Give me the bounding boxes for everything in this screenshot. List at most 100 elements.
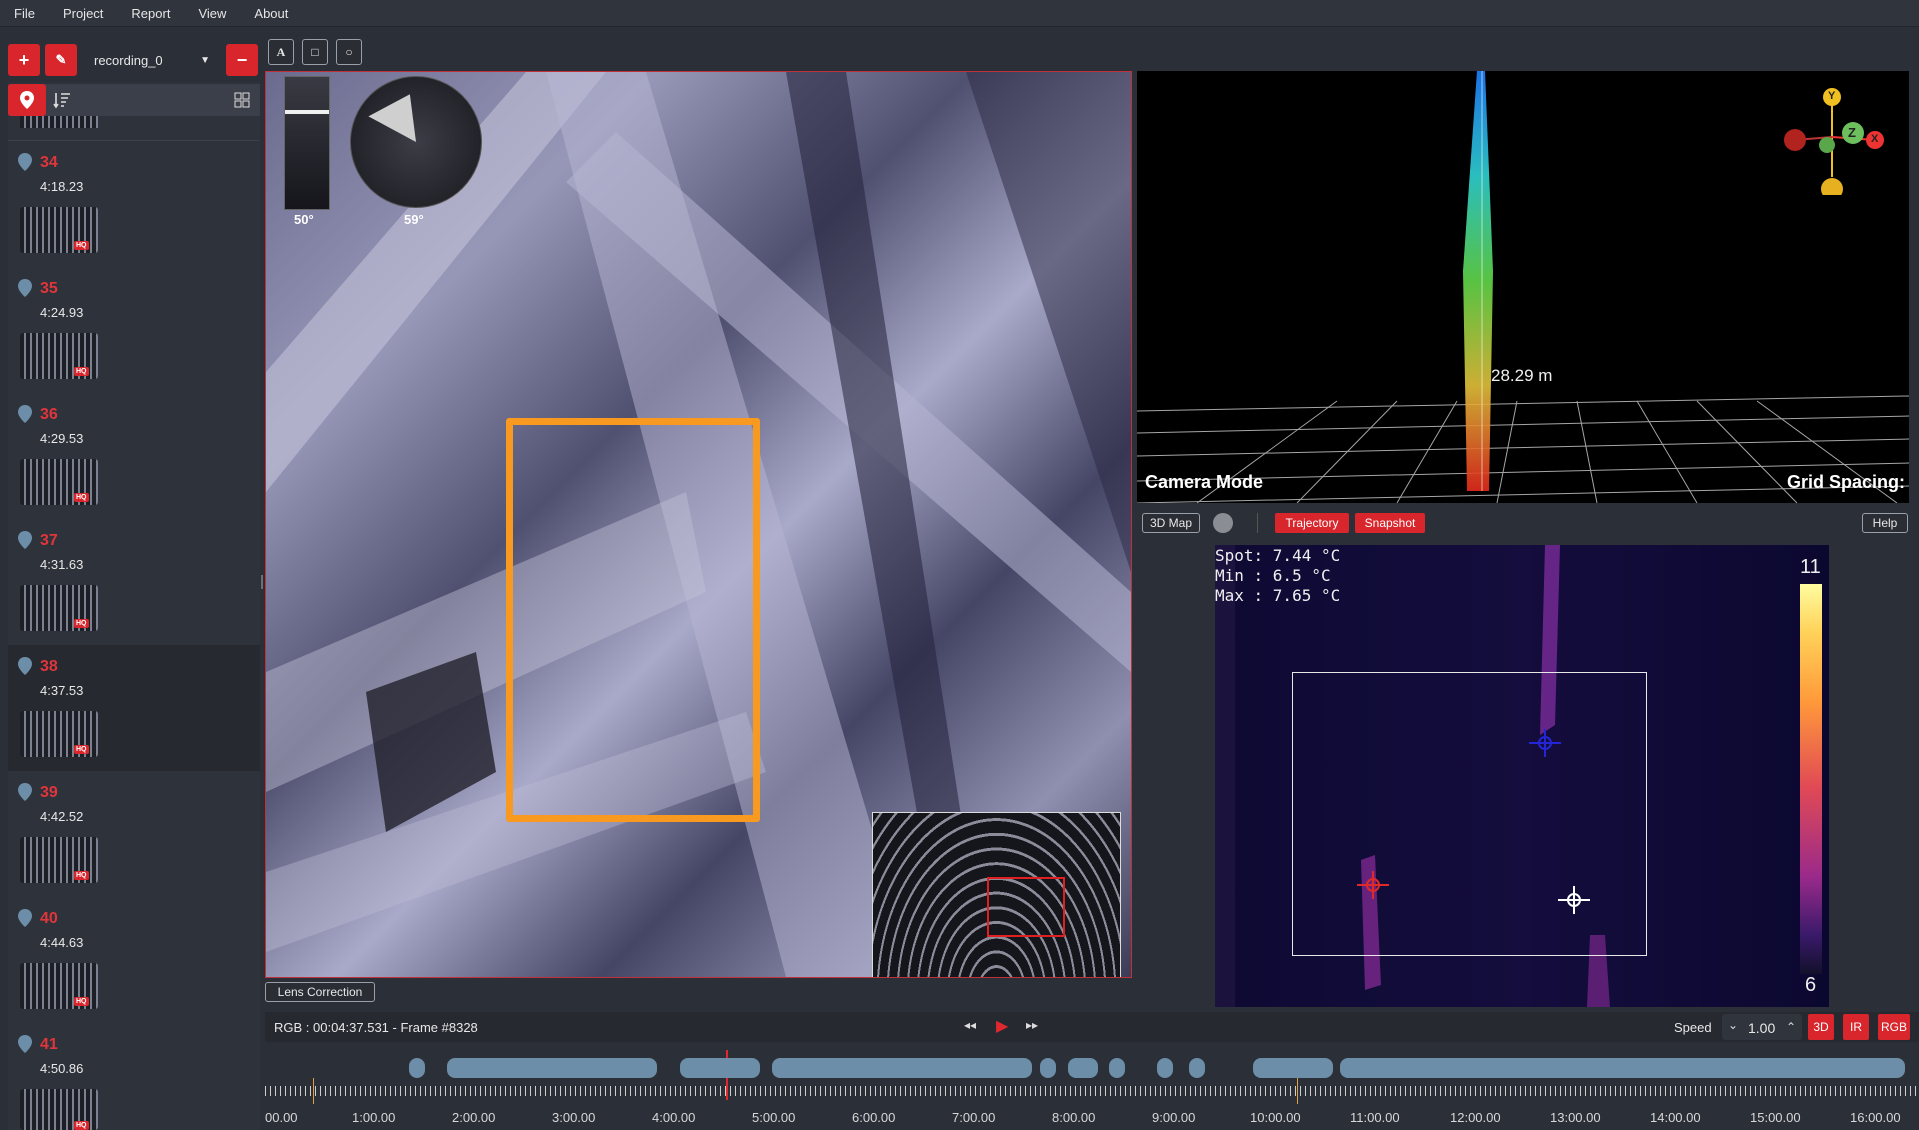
heading-gauge	[350, 76, 482, 208]
menu-bar: File Project Report View About	[0, 0, 1919, 27]
timeline-snapshot-marker[interactable]	[1040, 1058, 1056, 1078]
snapshot-number: 39	[40, 784, 58, 801]
thermal-view[interactable]	[1215, 545, 1829, 1007]
text-tool-button[interactable]: A	[268, 39, 294, 65]
annotation-box[interactable]	[506, 418, 760, 822]
heading-gauge-value: 59°	[404, 212, 424, 227]
menu-project[interactable]: Project	[49, 6, 117, 21]
list-item[interactable]: 34 4:18.23 HQ	[8, 141, 260, 268]
rectangle-tool-button[interactable]: □	[302, 39, 328, 65]
map-status-indicator[interactable]	[1213, 513, 1233, 533]
circle-tool-button[interactable]: ○	[336, 39, 362, 65]
speed-label: Speed	[1674, 1020, 1712, 1035]
thermal-scale-max: 11	[1800, 556, 1821, 578]
chevron-down-icon[interactable]: ⌄	[1728, 1018, 1738, 1032]
snapshot-time: 4:42.52	[40, 809, 84, 824]
sidebar-resize-handle[interactable]	[261, 575, 263, 589]
timeline-tick: 2:00.00	[452, 1110, 496, 1125]
rewind-button[interactable]: ◂◂	[964, 1018, 982, 1036]
tilt-gauge	[284, 76, 330, 210]
timeline-tick: 3:00.00	[552, 1110, 596, 1125]
distance-label: 28.29 m	[1491, 366, 1553, 385]
map-3d-view[interactable]: 28.29 m Camera Mode Grid Spacing: Y Z X	[1137, 71, 1909, 503]
location-pin-icon	[18, 783, 32, 801]
recording-select[interactable]: recording_0 ▼	[88, 44, 214, 76]
timeline-snapshot-cluster[interactable]	[680, 1058, 760, 1078]
location-pin-icon	[18, 405, 32, 423]
snapshot-time: 4:44.63	[40, 935, 84, 950]
timeline-snapshot-cluster[interactable]	[1253, 1058, 1333, 1078]
timeline-snapshot-marker[interactable]	[1189, 1058, 1205, 1078]
timeline-snapshot-cluster[interactable]	[1340, 1058, 1905, 1078]
fast-forward-button[interactable]: ▸▸	[1026, 1018, 1044, 1036]
timeline-snapshot-marker[interactable]	[1109, 1058, 1125, 1078]
hq-badge: HQ	[74, 871, 89, 880]
chevron-up-icon[interactable]: ⌃	[1786, 1020, 1796, 1034]
thermal-max-readout: Max : 7.65 °C	[1215, 586, 1341, 605]
timeline-snapshot-cluster[interactable]	[772, 1058, 1032, 1078]
list-item-selected[interactable]: 38 4:37.53 HQ	[8, 645, 260, 772]
thermal-color-scale	[1800, 584, 1822, 974]
snapshot-button[interactable]: Snapshot	[1355, 513, 1425, 533]
list-item[interactable]: 36 4:29.53 HQ	[8, 393, 260, 520]
timeline-tick: 9:00.00	[1152, 1110, 1196, 1125]
timeline-snapshot-cluster[interactable]	[447, 1058, 657, 1078]
crosshair-white-icon	[1558, 886, 1590, 914]
rgb-camera-view[interactable]: 50° 59°	[265, 71, 1132, 978]
fisheye-inset[interactable]	[872, 812, 1121, 977]
menu-about[interactable]: About	[240, 6, 302, 21]
timeline-out-marker[interactable]	[1297, 1078, 1298, 1104]
grid-view-icon[interactable]	[234, 92, 250, 108]
list-item[interactable]: 39 4:42.52 HQ	[8, 771, 260, 898]
axis-y-label: Y	[1828, 90, 1836, 102]
edit-recording-button[interactable]: ✎	[45, 44, 77, 76]
snapshot-number: 37	[40, 532, 58, 549]
hq-badge: HQ	[74, 997, 89, 1006]
list-item[interactable]: 37 4:31.63 HQ	[8, 519, 260, 646]
help-button[interactable]: Help	[1862, 513, 1908, 533]
timeline-tick: 11:00.00	[1350, 1110, 1400, 1125]
hq-badge: HQ	[74, 619, 89, 628]
thermal-spot-readout: Spot: 7.44 °C	[1215, 546, 1341, 565]
view-3d-button[interactable]: 3D	[1808, 1014, 1834, 1040]
sort-icon[interactable]	[52, 90, 72, 110]
location-pin-icon[interactable]	[8, 84, 46, 116]
list-item[interactable]: 41 4:50.86 HQ	[8, 1023, 260, 1130]
snapshot-number: 38	[40, 658, 58, 675]
trajectory-button[interactable]: Trajectory	[1275, 513, 1349, 533]
timeline-tick: 13:00.00	[1550, 1110, 1601, 1125]
timeline-tick: 6:00.00	[852, 1110, 896, 1125]
menu-report[interactable]: Report	[117, 6, 184, 21]
playback-bar	[265, 1012, 1919, 1042]
timeline-snapshot-marker[interactable]	[1157, 1058, 1173, 1078]
timeline-tick: 8:00.00	[1052, 1110, 1096, 1125]
tilt-gauge-indicator	[285, 110, 329, 114]
crosshair-blue-icon	[1529, 729, 1561, 757]
view-rgb-button[interactable]: RGB	[1878, 1014, 1910, 1040]
speed-stepper[interactable]: ⌄ 1.00 ⌃	[1722, 1014, 1802, 1040]
speed-value: 1.00	[1748, 1020, 1776, 1036]
remove-recording-button[interactable]: −	[226, 44, 258, 76]
timeline-in-marker[interactable]	[313, 1078, 314, 1104]
axis-gizmo[interactable]: Y Z X	[1777, 85, 1887, 200]
list-item[interactable]: 40 4:44.63 HQ	[8, 897, 260, 1024]
lens-correction-button[interactable]: Lens Correction	[265, 982, 375, 1002]
add-recording-button[interactable]: +	[8, 44, 40, 76]
inset-viewport-box	[987, 877, 1065, 937]
list-item[interactable]: 35 4:24.93 HQ	[8, 267, 260, 394]
play-button[interactable]: ▶	[996, 1016, 1014, 1036]
menu-file[interactable]: File	[0, 6, 49, 21]
location-pin-icon	[18, 153, 32, 171]
list-item[interactable]	[8, 116, 260, 141]
timeline-tick: 12:00.00	[1450, 1110, 1501, 1125]
menu-view[interactable]: View	[184, 6, 240, 21]
snapshot-number: 41	[40, 1036, 58, 1053]
map-3d-toggle-button[interactable]: 3D Map	[1142, 513, 1200, 533]
timeline-snapshot-marker[interactable]	[409, 1058, 425, 1078]
timeline-snapshot-cluster[interactable]	[1068, 1058, 1098, 1078]
chevron-down-icon: ▼	[200, 54, 210, 66]
thermal-roi-box[interactable]	[1292, 672, 1647, 956]
tilt-gauge-value: 50°	[294, 212, 314, 227]
view-ir-button[interactable]: IR	[1843, 1014, 1869, 1040]
location-pin-icon	[18, 909, 32, 927]
